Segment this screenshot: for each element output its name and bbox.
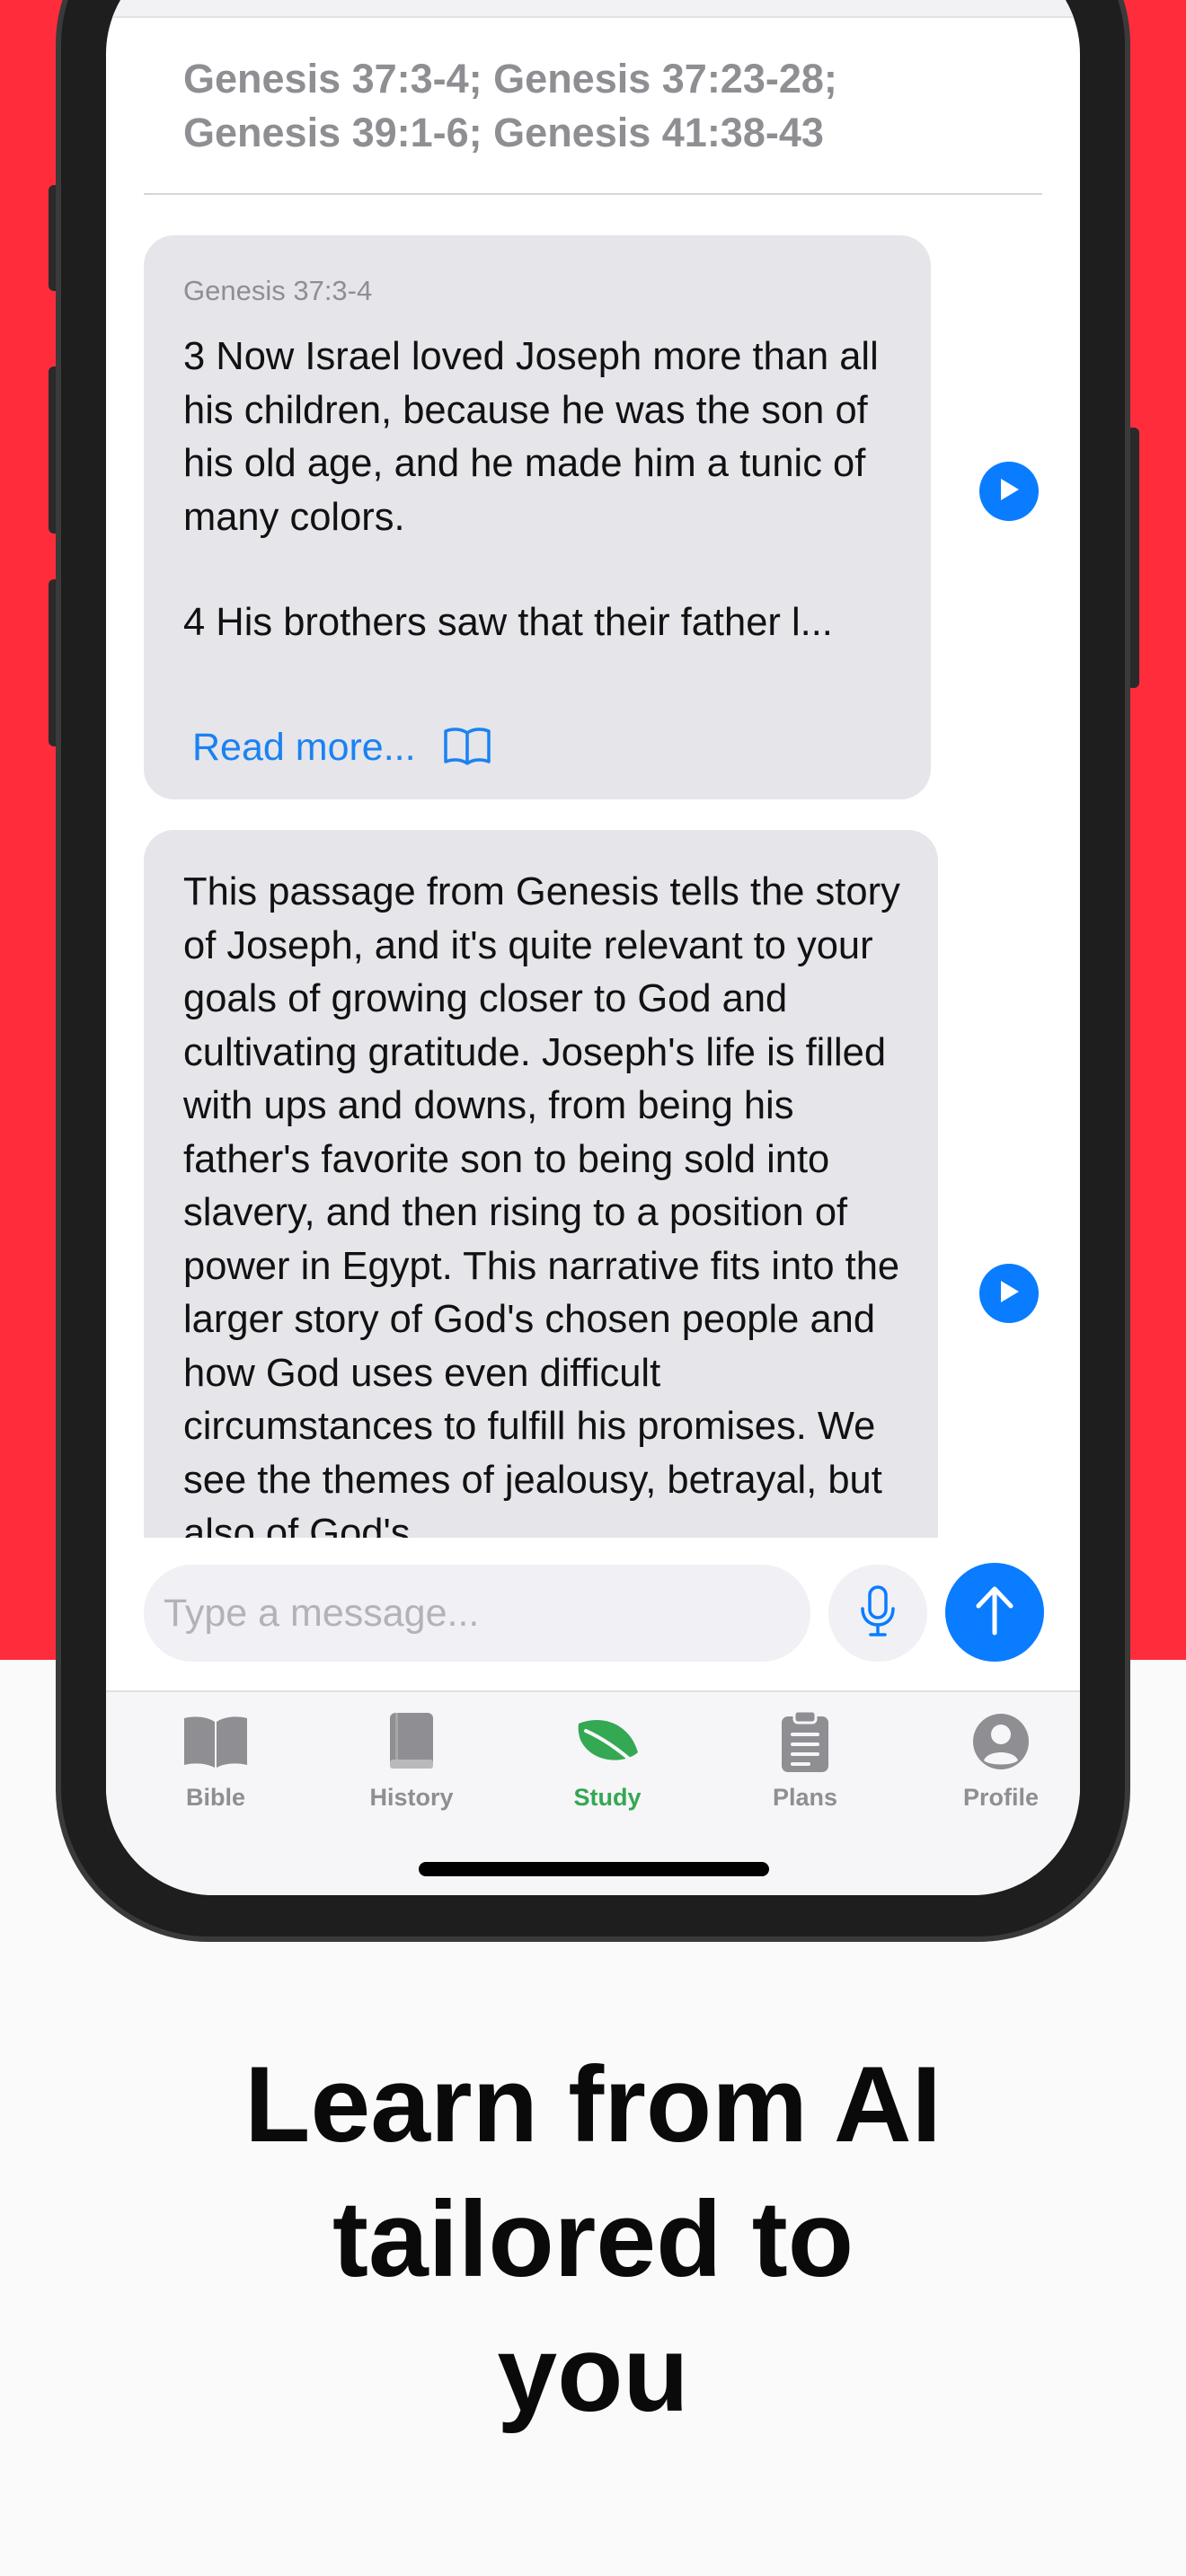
- microphone-icon: [860, 1584, 896, 1642]
- scripture-verse-4: 4 His brothers saw that their father l..…: [183, 601, 833, 644]
- message-composer: [106, 1538, 1080, 1672]
- tab-profile[interactable]: Profile: [911, 1708, 1080, 1812]
- tab-label: Bible: [185, 1784, 245, 1811]
- passage-references: Genesis 37:3-4; Genesis 37:23-28; Genesi…: [183, 56, 837, 155]
- play-icon: [997, 1279, 1021, 1309]
- chat-scroll-area[interactable]: Genesis 37:3-4 3 Now Israel loved Joseph…: [106, 198, 1080, 1538]
- microphone-button[interactable]: [828, 1565, 927, 1662]
- read-more-label: Read more...: [192, 726, 416, 769]
- open-book-icon: [180, 1708, 252, 1775]
- person-circle-icon: [965, 1708, 1037, 1775]
- tab-label: Plans: [772, 1784, 838, 1811]
- play-audio-button[interactable]: [979, 462, 1039, 521]
- tab-plans[interactable]: Plans: [715, 1708, 895, 1812]
- scripture-message-bubble: Genesis 37:3-4 3 Now Israel loved Joseph…: [144, 235, 931, 799]
- divider: [144, 193, 1042, 195]
- read-more-link[interactable]: Read more...: [192, 726, 491, 770]
- marketing-headline: Learn from AI tailored to you: [0, 2037, 1186, 2441]
- headline-line: you: [497, 2314, 689, 2434]
- scripture-reference: Genesis 37:3-4: [183, 275, 373, 306]
- message-input[interactable]: [144, 1565, 810, 1662]
- tab-study[interactable]: Study: [518, 1708, 697, 1812]
- headline-line: Learn from AI: [244, 2044, 942, 2165]
- arrow-up-icon: [973, 1584, 1016, 1641]
- leaf-icon: [571, 1708, 643, 1775]
- book-icon: [443, 726, 491, 770]
- send-button[interactable]: [945, 1563, 1044, 1662]
- phone-screen: Genesis 37:3-4; Genesis 37:23-28; Genesi…: [106, 0, 1080, 1895]
- headline-line: tailored to: [332, 2179, 854, 2299]
- clipboard-icon: [769, 1708, 841, 1775]
- tab-label: Study: [573, 1784, 642, 1811]
- closed-book-icon: [376, 1708, 447, 1775]
- tab-label: History: [369, 1784, 454, 1811]
- home-indicator[interactable]: [419, 1862, 769, 1876]
- tab-bible[interactable]: Bible: [126, 1708, 305, 1812]
- tab-history[interactable]: History: [322, 1708, 501, 1812]
- ai-response-text: This passage from Genesis tells the stor…: [183, 870, 900, 1538]
- play-icon: [997, 477, 1021, 507]
- previous-message-edge: [106, 0, 1080, 18]
- scripture-verse-3: 3 Now Israel loved Joseph more than all …: [183, 335, 879, 539]
- play-audio-button[interactable]: [979, 1264, 1039, 1323]
- ai-response-bubble: This passage from Genesis tells the stor…: [144, 830, 938, 1538]
- tab-label: Profile: [962, 1784, 1040, 1811]
